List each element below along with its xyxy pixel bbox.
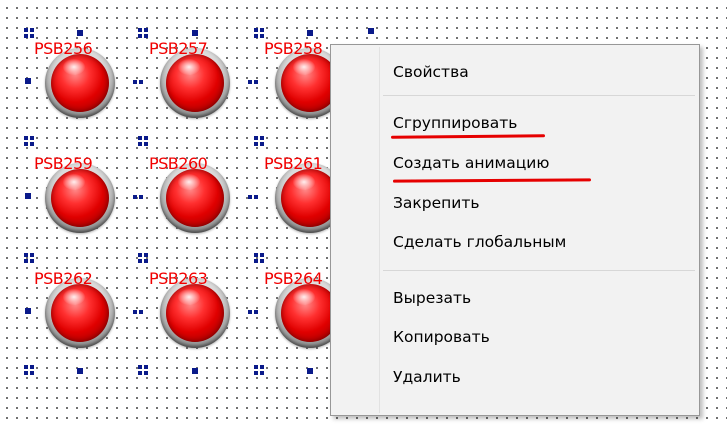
- menu-item-cut[interactable]: Вырезать: [393, 289, 471, 307]
- button-label: PSB264: [264, 269, 323, 288]
- pushbutton-psb256[interactable]: PSB256: [30, 33, 130, 133]
- menu-item-create-animation[interactable]: Создать анимацию: [393, 154, 549, 172]
- menu-separator: [383, 95, 695, 96]
- menu-item-make-global[interactable]: Сделать глобальным: [393, 233, 566, 251]
- selection-handle[interactable]: [133, 310, 143, 314]
- lamp-icon: [45, 278, 115, 348]
- selection-handle[interactable]: [138, 136, 148, 146]
- selection-handle[interactable]: [248, 80, 258, 84]
- selection-handle[interactable]: [77, 368, 83, 374]
- selection-handle[interactable]: [307, 368, 313, 374]
- button-label: PSB257: [149, 39, 208, 58]
- selection-handle[interactable]: [24, 365, 34, 375]
- pushbutton-psb263[interactable]: PSB263: [145, 263, 245, 363]
- button-label: PSB256: [34, 39, 93, 58]
- selection-handle[interactable]: [77, 30, 83, 36]
- menu-gutter: [379, 47, 380, 413]
- selection-handle[interactable]: [133, 80, 143, 84]
- button-label: PSB260: [149, 154, 208, 173]
- lamp-icon: [45, 48, 115, 118]
- lamp-icon: [45, 163, 115, 233]
- button-label: PSB263: [149, 269, 208, 288]
- menu-item-properties[interactable]: Свойства: [393, 63, 469, 81]
- button-label: PSB259: [34, 154, 93, 173]
- selection-handle[interactable]: [368, 28, 374, 34]
- menu-item-underline: [392, 178, 592, 183]
- lamp-icon: [160, 163, 230, 233]
- selection-handle[interactable]: [254, 28, 264, 38]
- context-menu: Свойства Сгруппировать Создать анимацию …: [330, 44, 700, 416]
- menu-separator: [383, 270, 695, 271]
- button-label: PSB261: [264, 154, 323, 173]
- selection-handle[interactable]: [25, 193, 31, 199]
- selection-handle[interactable]: [138, 365, 148, 375]
- selection-handle[interactable]: [24, 253, 34, 263]
- menu-item-pin[interactable]: Закрепить: [393, 194, 480, 212]
- selection-handle[interactable]: [25, 308, 31, 314]
- selection-handle[interactable]: [192, 30, 198, 36]
- selection-handle[interactable]: [25, 78, 31, 84]
- button-label: PSB262: [34, 269, 93, 288]
- selection-handle[interactable]: [248, 310, 258, 314]
- selection-handle[interactable]: [138, 28, 148, 38]
- selection-handle[interactable]: [248, 195, 258, 199]
- menu-item-copy[interactable]: Копировать: [393, 328, 490, 346]
- pushbutton-psb260[interactable]: PSB260: [145, 148, 245, 248]
- menu-item-underline: [390, 134, 546, 139]
- lamp-icon: [160, 48, 230, 118]
- pushbutton-psb257[interactable]: PSB257: [145, 33, 245, 133]
- selection-handle[interactable]: [133, 195, 143, 199]
- selection-handle[interactable]: [138, 253, 148, 263]
- selection-handle[interactable]: [307, 30, 313, 36]
- selection-handle[interactable]: [192, 368, 198, 374]
- selection-handle[interactable]: [254, 365, 264, 375]
- pushbutton-psb262[interactable]: PSB262: [30, 263, 130, 363]
- menu-item-group[interactable]: Сгруппировать: [393, 114, 517, 132]
- selection-handle[interactable]: [24, 136, 34, 146]
- pushbutton-psb259[interactable]: PSB259: [30, 148, 130, 248]
- selection-handle[interactable]: [24, 28, 34, 38]
- selection-handle[interactable]: [254, 253, 264, 263]
- menu-item-delete[interactable]: Удалить: [393, 368, 461, 386]
- button-label: PSB258: [264, 39, 323, 58]
- lamp-icon: [160, 278, 230, 348]
- selection-handle[interactable]: [254, 136, 264, 146]
